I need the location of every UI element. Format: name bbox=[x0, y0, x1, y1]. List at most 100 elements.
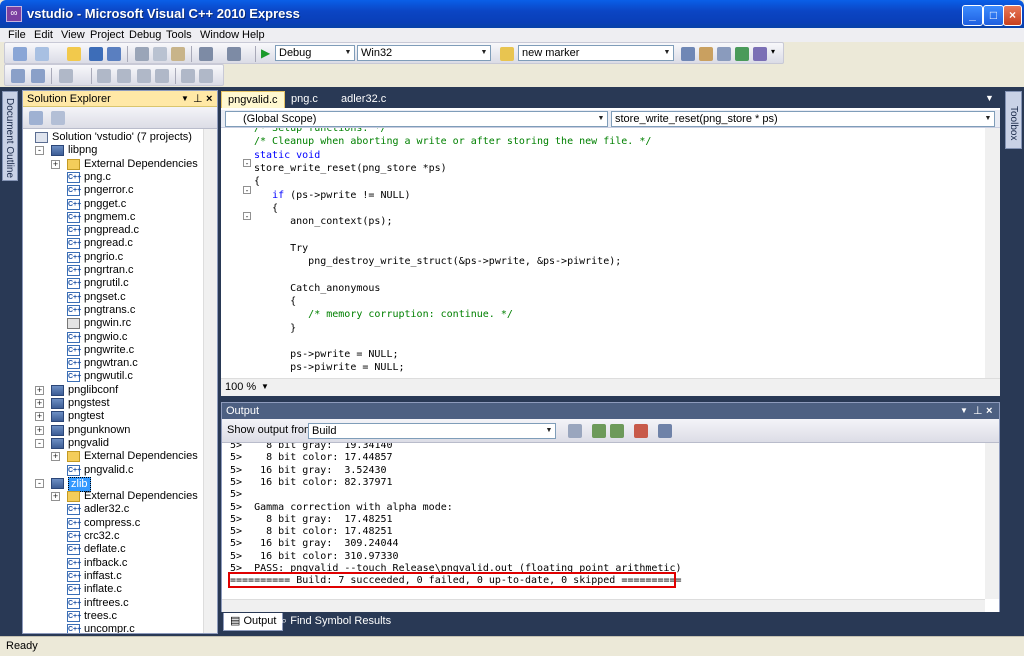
properties-icon[interactable] bbox=[717, 47, 731, 61]
output-source-combo[interactable]: Build ▼ bbox=[308, 423, 556, 439]
start-debugging-icon[interactable]: ▶ bbox=[261, 46, 270, 60]
output-text[interactable]: 5> 8 bit gray: 19.34140 5> 8 bit color: 1… bbox=[222, 443, 985, 599]
collapse-icon[interactable]: - bbox=[35, 438, 44, 448]
collapse-icon[interactable]: - bbox=[35, 478, 44, 488]
collapse-icon[interactable]: - bbox=[243, 159, 251, 168]
solution-explorer-icon[interactable] bbox=[699, 47, 713, 61]
menu-view[interactable]: View bbox=[61, 28, 85, 42]
clear-all-icon[interactable] bbox=[634, 424, 648, 438]
output-line: 5> 16 bit color: 310.97330 bbox=[230, 550, 399, 562]
outdent-icon[interactable] bbox=[97, 69, 111, 83]
tab-find-symbol-results[interactable]: ⌕ Find Symbol Results bbox=[275, 613, 397, 631]
menu-tools[interactable]: Tools bbox=[166, 28, 192, 42]
close-button[interactable]: × bbox=[1003, 5, 1022, 26]
expand-icon[interactable]: + bbox=[35, 399, 44, 408]
expand-icon[interactable]: + bbox=[35, 385, 44, 395]
dropdown-icon[interactable]: ▼ bbox=[181, 91, 189, 107]
collapse-icon[interactable]: - bbox=[35, 146, 44, 156]
output-scrollbar[interactable] bbox=[985, 443, 999, 599]
tree-item-label: inftrees.c bbox=[84, 596, 129, 609]
expand-icon[interactable]: + bbox=[51, 159, 60, 169]
scope-combo[interactable]: (Global Scope) ▼ bbox=[225, 111, 608, 127]
undo-icon[interactable] bbox=[199, 47, 213, 61]
open-folder-icon[interactable] bbox=[67, 47, 81, 61]
toolbar-options-icon[interactable]: ▾ bbox=[771, 47, 775, 56]
output-horizontal-scrollbar[interactable] bbox=[222, 599, 985, 613]
minimize-button[interactable]: _ bbox=[962, 5, 983, 26]
word-wrap-icon[interactable] bbox=[658, 424, 672, 438]
solution-explorer-scrollbar[interactable] bbox=[203, 129, 217, 633]
zoom-level[interactable]: 100 % bbox=[225, 381, 256, 393]
paste-icon[interactable] bbox=[171, 47, 185, 61]
redo-icon[interactable] bbox=[227, 47, 241, 61]
collapse-icon[interactable]: - bbox=[243, 212, 251, 221]
find-symbol-icon: ⌕ bbox=[281, 615, 291, 627]
config-combo[interactable]: Debug ▼ bbox=[275, 45, 355, 61]
next-bookmark-icon[interactable] bbox=[199, 69, 213, 83]
tab-list-icon[interactable]: ▼ bbox=[985, 93, 994, 103]
parameter-info-icon[interactable] bbox=[31, 69, 45, 83]
menu-edit[interactable]: Edit bbox=[34, 28, 53, 42]
comment-icon[interactable] bbox=[137, 69, 151, 83]
editor-scrollbar[interactable] bbox=[985, 128, 1000, 378]
cpp-file-icon: C++ bbox=[67, 304, 82, 316]
new-project-icon[interactable] bbox=[13, 47, 27, 61]
title-bar[interactable]: ∞ vstudio - Microsoft Visual C++ 2010 Ex… bbox=[0, 0, 1024, 28]
pin-icon[interactable]: ⊥ bbox=[193, 91, 203, 107]
editor-tabs: pngvalid.c png.c adler32.c ▼ bbox=[221, 90, 1000, 108]
bookmark-icon[interactable] bbox=[181, 69, 195, 83]
tab-png[interactable]: png.c bbox=[285, 91, 324, 108]
find-message-icon[interactable] bbox=[568, 424, 582, 438]
code-area[interactable]: /* Setup functions. */ /* Cleanup when ab… bbox=[221, 128, 985, 378]
properties-icon[interactable] bbox=[29, 111, 43, 125]
expand-icon[interactable]: + bbox=[51, 492, 60, 502]
code-line: /* memory corruption: continue. */ bbox=[254, 309, 513, 321]
add-item-icon[interactable] bbox=[35, 47, 49, 61]
document-outline-tab[interactable]: Document Outline bbox=[2, 91, 18, 181]
menu-project[interactable]: Project bbox=[90, 28, 124, 42]
close-icon[interactable]: × bbox=[206, 91, 212, 107]
collapse-icon[interactable]: - bbox=[243, 186, 251, 195]
tab-pngvalid[interactable]: pngvalid.c bbox=[221, 91, 285, 108]
solution-explorer-toolbar bbox=[23, 107, 217, 129]
find-in-files-icon[interactable] bbox=[681, 47, 695, 61]
maximize-button[interactable]: □ bbox=[983, 5, 1004, 26]
save-icon[interactable] bbox=[89, 47, 103, 61]
save-all-icon[interactable] bbox=[107, 47, 121, 61]
pin-icon[interactable]: ⊥ bbox=[973, 403, 983, 419]
tree-item-label: pngrtran.c bbox=[84, 264, 134, 276]
cut-icon[interactable] bbox=[135, 47, 149, 61]
close-icon[interactable]: × bbox=[986, 403, 992, 419]
member-list-icon[interactable] bbox=[11, 69, 25, 83]
show-all-files-icon[interactable] bbox=[51, 111, 65, 125]
uncomment-icon[interactable] bbox=[155, 69, 169, 83]
expand-icon[interactable]: + bbox=[51, 452, 60, 462]
toolbox-icon[interactable] bbox=[735, 47, 749, 61]
find-combo[interactable]: new marker ▼ bbox=[518, 45, 674, 61]
next-message-icon[interactable] bbox=[610, 424, 624, 438]
expand-icon[interactable]: + bbox=[35, 412, 44, 422]
word-complete-icon[interactable] bbox=[59, 69, 73, 83]
menu-window[interactable]: Window bbox=[200, 28, 239, 42]
expand-icon[interactable]: + bbox=[35, 425, 44, 435]
dropdown-icon[interactable]: ▼ bbox=[960, 403, 968, 419]
indent-icon[interactable] bbox=[117, 69, 131, 83]
menu-file[interactable]: File bbox=[8, 28, 26, 42]
find-icon[interactable] bbox=[500, 47, 514, 61]
menu-debug[interactable]: Debug bbox=[129, 28, 161, 42]
copy-icon[interactable] bbox=[153, 47, 167, 61]
tree-item-label: libpng bbox=[68, 144, 98, 157]
code-line: store_write_reset(png_store *ps) bbox=[254, 162, 447, 174]
prev-message-icon[interactable] bbox=[592, 424, 606, 438]
tree-item-label: pnglibconf bbox=[68, 383, 119, 396]
output-line: 5> 8 bit gray: 19.34140 bbox=[230, 443, 393, 451]
toolbox-tab[interactable]: Toolbox bbox=[1005, 91, 1022, 149]
tab-adler32[interactable]: adler32.c bbox=[335, 91, 392, 108]
folder-icon bbox=[67, 451, 80, 463]
code-line: { bbox=[254, 202, 279, 214]
zoom-dropdown-icon[interactable]: ▼ bbox=[261, 382, 269, 391]
menu-help[interactable]: Help bbox=[242, 28, 265, 42]
class-view-icon[interactable] bbox=[753, 47, 767, 61]
platform-combo[interactable]: Win32 ▼ bbox=[357, 45, 491, 61]
function-combo[interactable]: store_write_reset(png_store * ps) ▼ bbox=[611, 111, 995, 127]
